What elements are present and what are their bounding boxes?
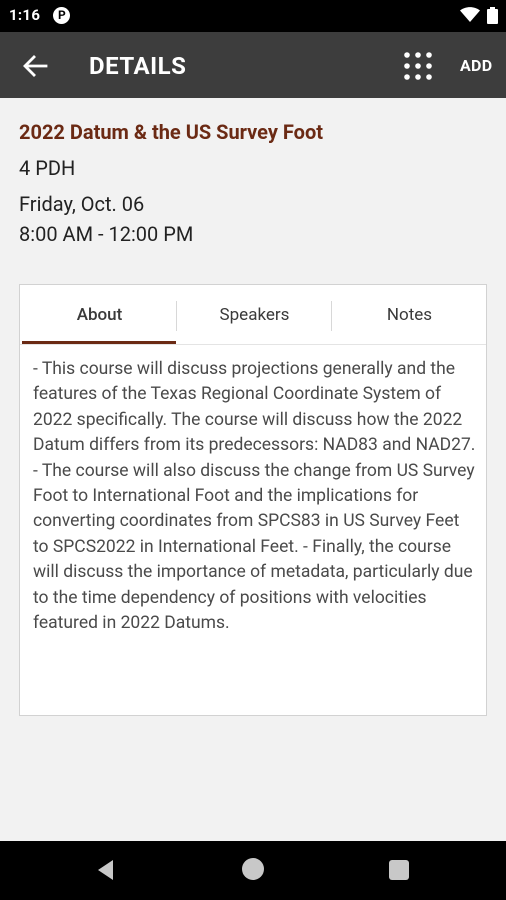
- nav-home-icon[interactable]: [242, 858, 264, 880]
- nav-back-icon[interactable]: [96, 859, 115, 881]
- course-title: 2022 Datum & the US Survey Foot: [19, 120, 324, 144]
- system-nav-bar: [0, 841, 506, 900]
- tab-about[interactable]: About: [22, 285, 177, 344]
- add-button[interactable]: ADD: [460, 56, 492, 75]
- about-description: - This course will discuss projections g…: [33, 359, 476, 634]
- tab-card: About Speakers Notes - This course will …: [19, 284, 487, 716]
- grid-icon[interactable]: [403, 51, 433, 81]
- battery-icon: [487, 7, 498, 24]
- course-credits: 4 PDH: [19, 156, 76, 180]
- tab-notes[interactable]: Notes: [332, 285, 487, 344]
- wifi-icon: [460, 7, 480, 22]
- notification-icon: P: [53, 7, 70, 24]
- status-bar: 1:16 P: [0, 0, 506, 32]
- active-tab-indicator: [22, 341, 176, 344]
- page-title: DETAILS: [89, 52, 187, 80]
- tab-speakers[interactable]: Speakers: [177, 285, 332, 344]
- course-date: Friday, Oct. 06: [19, 192, 145, 216]
- course-time: 8:00 AM - 12:00 PM: [19, 222, 194, 246]
- tab-bar: About Speakers Notes: [20, 285, 486, 345]
- notification-glyph: P: [58, 8, 66, 22]
- nav-recents-icon[interactable]: [389, 860, 409, 880]
- status-time: 1:16: [9, 6, 41, 24]
- app-bar: DETAILS ADD: [0, 32, 506, 98]
- back-arrow-icon[interactable]: [20, 51, 50, 81]
